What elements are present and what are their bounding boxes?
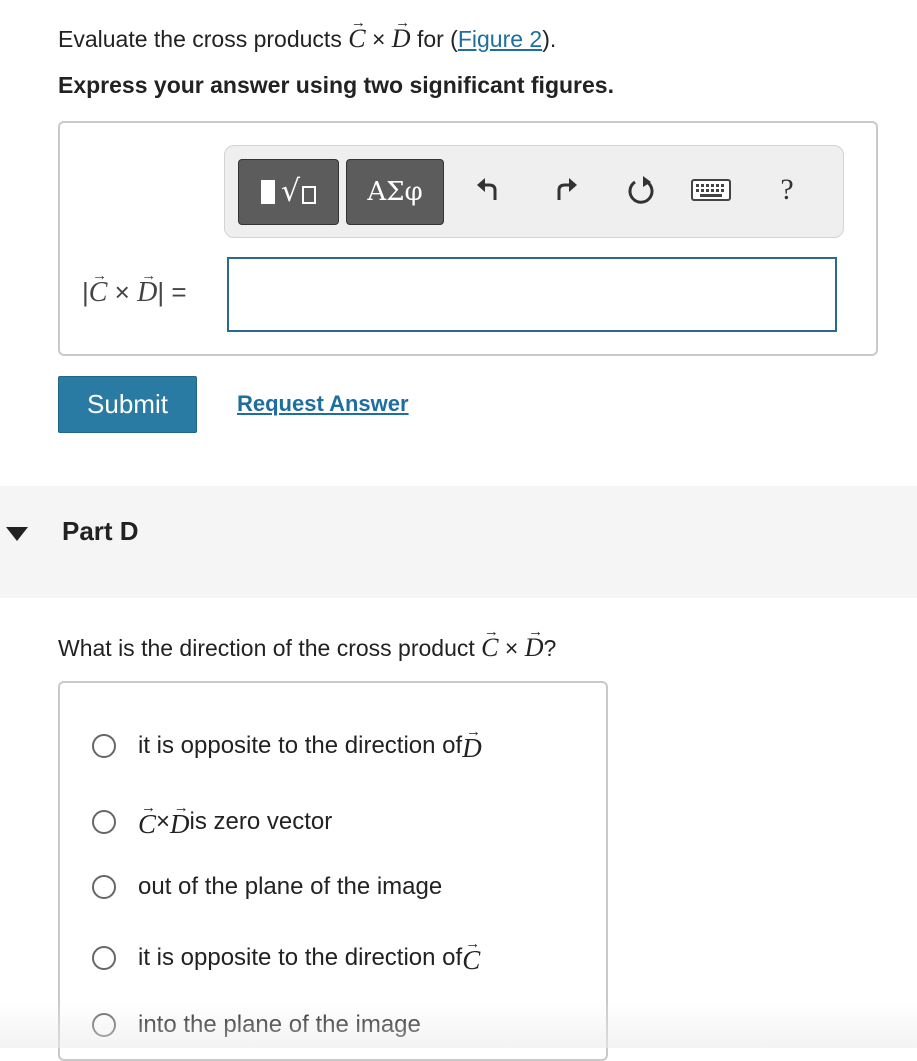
vector-d: → D [170, 800, 190, 840]
radio-button[interactable] [92, 733, 116, 758]
caret-down-icon[interactable] [6, 527, 28, 541]
question-prefix: Evaluate the cross products [58, 26, 349, 52]
answer-box: √ ΑΣφ ? | → C × → D| = [58, 121, 878, 356]
choices-box: it is opposite to the direction of → D → C… [58, 681, 608, 1061]
vector-d: → D [137, 268, 158, 309]
help-icon[interactable]: ? [765, 168, 809, 212]
choice-opposite-d[interactable]: it is opposite to the direction of → D [92, 724, 482, 764]
submit-button[interactable]: Submit [58, 376, 197, 433]
vector-d: → D [462, 724, 482, 764]
vector-c: → C [138, 800, 157, 840]
part-d-header[interactable]: Part D [0, 486, 917, 598]
math-toolbar: √ ΑΣφ ? [224, 145, 844, 238]
request-answer-link[interactable]: Request Answer [237, 391, 409, 417]
reset-icon[interactable] [619, 168, 663, 212]
redo-icon[interactable] [543, 168, 587, 212]
vector-d: → D [524, 624, 544, 663]
instruction-text: Express your answer using two significan… [58, 72, 614, 98]
choice-into-plane[interactable]: into the plane of the image [92, 1011, 421, 1039]
keyboard-icon[interactable] [689, 168, 733, 212]
template-square-icon [302, 186, 317, 204]
vector-c: → C [462, 936, 481, 976]
choice-zero-vector[interactable]: → C × → D is zero vector [92, 800, 332, 840]
symbols-button[interactable]: ΑΣφ [346, 159, 444, 225]
choice-out-of-plane[interactable]: out of the plane of the image [92, 873, 442, 901]
templates-button[interactable]: √ [238, 159, 339, 225]
choice-opposite-c[interactable]: it is opposite to the direction of → C [92, 936, 481, 976]
radio-button[interactable] [92, 1013, 116, 1037]
vector-c: → C [348, 15, 366, 54]
part-d-question: What is the direction of the cross produ… [58, 624, 557, 663]
vector-d: → D [391, 15, 411, 54]
question-text: Evaluate the cross products → C × → D for … [58, 15, 557, 54]
vector-c: → C [481, 624, 499, 663]
radio-button[interactable] [92, 945, 116, 970]
undo-icon[interactable] [467, 168, 511, 212]
sqrt-icon: √ [280, 174, 301, 209]
vector-c: → C [88, 268, 108, 309]
radio-button[interactable] [92, 809, 116, 834]
part-title: Part D [62, 516, 139, 546]
cross-symbol: × [365, 26, 392, 52]
radio-button[interactable] [92, 875, 116, 899]
question-for: for ( [410, 26, 458, 52]
answer-input[interactable] [227, 257, 837, 332]
figure-link[interactable]: Figure 2 [458, 26, 542, 52]
template-block-icon [260, 180, 275, 204]
answer-label: | → C × → D| = [82, 268, 187, 309]
